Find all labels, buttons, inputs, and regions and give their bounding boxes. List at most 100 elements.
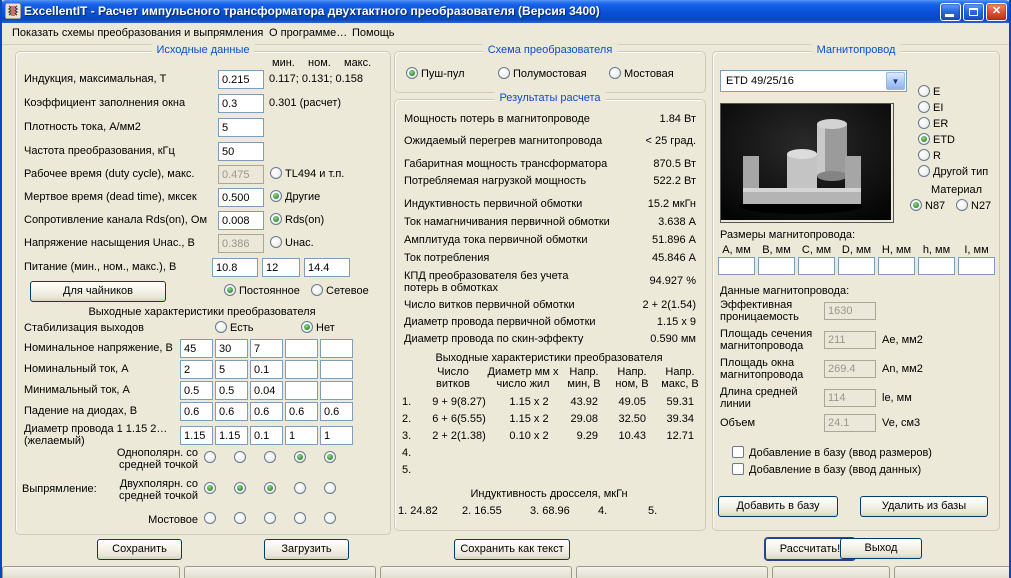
chevron-down-icon[interactable]: ▼ xyxy=(886,72,905,90)
rect-bridge-radio-4[interactable] xyxy=(294,512,306,524)
core-type-etd-radio[interactable] xyxy=(918,133,930,145)
nominal-voltage-input-4[interactable] xyxy=(285,339,318,358)
add-by-dimensions-checkbox[interactable] xyxy=(732,446,744,458)
nominal-voltage-input-3[interactable] xyxy=(250,339,283,358)
wire-diameter-input-1[interactable] xyxy=(180,426,213,445)
rect-bridge-radio-5[interactable] xyxy=(324,512,336,524)
rdson-radio[interactable] xyxy=(270,213,282,225)
rdson-input[interactable] xyxy=(218,211,264,230)
diode-drop-input-5[interactable] xyxy=(320,402,353,421)
rect-unipolar-radio-2[interactable] xyxy=(234,451,246,463)
wire-diameter-input-2[interactable] xyxy=(215,426,248,445)
core-select[interactable]: ETD 49/25/16 ▼ xyxy=(720,70,907,92)
exit-button[interactable]: Выход xyxy=(840,538,922,559)
background-window-fragment[interactable] xyxy=(772,566,890,578)
dim-input-b[interactable] xyxy=(758,257,795,275)
dead-time-input[interactable] xyxy=(218,188,264,207)
minimal-current-input-5[interactable] xyxy=(320,381,353,400)
supply-min-input[interactable] xyxy=(212,258,258,277)
nominal-current-input-5[interactable] xyxy=(320,360,353,379)
rect-bipolar-radio-2[interactable] xyxy=(234,482,246,494)
tl494-radio[interactable] xyxy=(270,167,282,179)
core-type-other-radio[interactable] xyxy=(918,165,930,177)
add-to-base-button[interactable]: Добавить в базу xyxy=(718,496,838,517)
nominal-current-input-2[interactable] xyxy=(215,360,248,379)
core-type-ei-radio[interactable] xyxy=(918,101,930,113)
dim-input-c[interactable] xyxy=(798,257,835,275)
current-density-input[interactable] xyxy=(218,118,264,137)
core-type-r-radio[interactable] xyxy=(918,149,930,161)
nominal-current-input-3[interactable] xyxy=(250,360,283,379)
rect-bipolar-radio-5[interactable] xyxy=(324,482,336,494)
nominal-voltage-input-5[interactable] xyxy=(320,339,353,358)
minimal-current-input-3[interactable] xyxy=(250,381,283,400)
wire-diameter-input-4[interactable] xyxy=(285,426,318,445)
remove-from-base-button[interactable]: Удалить из базы xyxy=(860,496,988,517)
background-window-fragment[interactable] xyxy=(2,566,180,578)
rect-unipolar-radio-1[interactable] xyxy=(204,451,216,463)
stab-no-radio[interactable] xyxy=(301,321,313,333)
wire-diameter-input-3[interactable] xyxy=(250,426,283,445)
menu-show-schemes[interactable]: Показать схемы преобразования и выпрямле… xyxy=(7,26,268,40)
material-n27-radio[interactable] xyxy=(956,199,968,211)
dim-input-h-small[interactable] xyxy=(918,257,955,275)
dim-input-a[interactable] xyxy=(718,257,755,275)
stab-yes-radio[interactable] xyxy=(215,321,227,333)
save-button[interactable]: Сохранить xyxy=(97,539,182,560)
nominal-current-input-1[interactable] xyxy=(180,360,213,379)
rect-bridge-radio-3[interactable] xyxy=(264,512,276,524)
induction-input[interactable] xyxy=(218,70,264,89)
dim-input-h-big[interactable] xyxy=(878,257,915,275)
diode-drop-input-1[interactable] xyxy=(180,402,213,421)
minimal-current-input-2[interactable] xyxy=(215,381,248,400)
save-as-text-button[interactable]: Сохранить как текст xyxy=(454,539,570,560)
titlebar[interactable]: ExcellentIT - Расчет импульсного трансфо… xyxy=(2,0,1009,23)
menu-help[interactable]: Помощь xyxy=(347,26,400,40)
unas-radio[interactable] xyxy=(270,236,282,248)
rect-bipolar-radio-1[interactable] xyxy=(204,482,216,494)
diode-drop-input-2[interactable] xyxy=(215,402,248,421)
fill-factor-input[interactable] xyxy=(218,94,264,113)
load-button[interactable]: Загрузить xyxy=(264,539,349,560)
bridge-radio[interactable] xyxy=(609,67,621,79)
core-type-e-radio[interactable] xyxy=(918,85,930,97)
halfbridge-radio[interactable] xyxy=(498,67,510,79)
other-drivers-radio[interactable] xyxy=(270,190,282,202)
minimal-current-input-1[interactable] xyxy=(180,381,213,400)
rect-unipolar-radio-4[interactable] xyxy=(294,451,306,463)
background-window-fragment[interactable] xyxy=(576,566,768,578)
rect-bipolar-radio-3[interactable] xyxy=(264,482,276,494)
beginners-button[interactable]: Для чайников xyxy=(30,281,166,302)
nominal-voltage-input-2[interactable] xyxy=(215,339,248,358)
minimal-current-input-4[interactable] xyxy=(285,381,318,400)
rect-unipolar-radio-5[interactable] xyxy=(324,451,336,463)
close-button[interactable]: ✕ xyxy=(986,3,1007,21)
core-type-er-radio[interactable] xyxy=(918,117,930,129)
ac-supply-radio[interactable] xyxy=(311,284,323,296)
background-window-fragment[interactable] xyxy=(894,566,1009,578)
background-window-fragment[interactable] xyxy=(184,566,376,578)
background-window-fragment[interactable] xyxy=(380,566,572,578)
core-data-title: Данные магнитопровода: xyxy=(720,285,850,297)
minimize-button[interactable] xyxy=(940,3,961,21)
diode-drop-input-4[interactable] xyxy=(285,402,318,421)
frequency-input[interactable] xyxy=(218,142,264,161)
rect-bridge-radio-2[interactable] xyxy=(234,512,246,524)
dc-supply-radio[interactable] xyxy=(224,284,236,296)
rect-bipolar-radio-4[interactable] xyxy=(294,482,306,494)
nominal-voltage-input-1[interactable] xyxy=(180,339,213,358)
nominal-current-input-4[interactable] xyxy=(285,360,318,379)
rect-bridge-radio-1[interactable] xyxy=(204,512,216,524)
supply-nom-input[interactable] xyxy=(262,258,300,277)
diode-drop-input-3[interactable] xyxy=(250,402,283,421)
menu-about[interactable]: О программе… xyxy=(264,26,352,40)
dim-input-i[interactable] xyxy=(958,257,995,275)
pushpull-radio[interactable] xyxy=(406,67,418,79)
add-by-data-checkbox[interactable] xyxy=(732,463,744,475)
rect-unipolar-radio-3[interactable] xyxy=(264,451,276,463)
supply-max-input[interactable] xyxy=(304,258,350,277)
wire-diameter-input-5[interactable] xyxy=(320,426,353,445)
dim-input-d[interactable] xyxy=(838,257,875,275)
material-n87-radio[interactable] xyxy=(910,199,922,211)
maximize-button[interactable] xyxy=(963,3,984,21)
